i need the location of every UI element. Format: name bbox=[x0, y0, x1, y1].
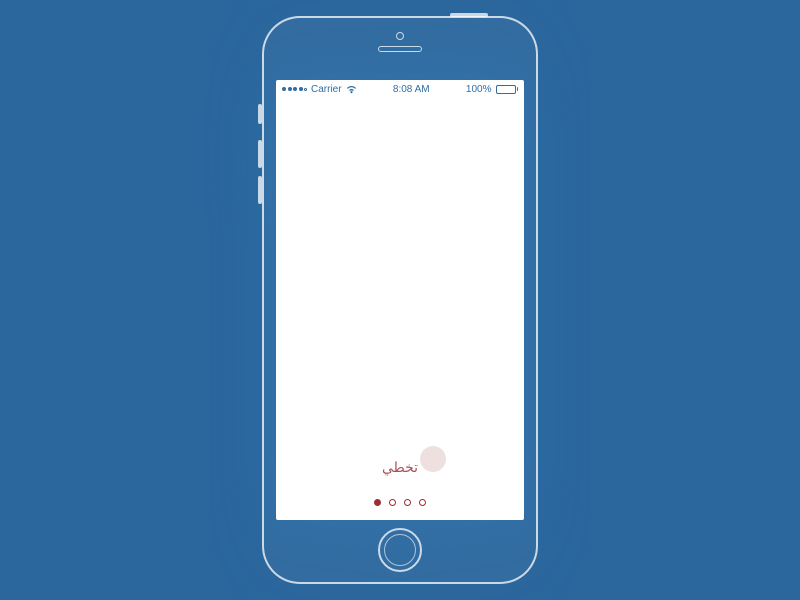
earpiece-speaker bbox=[378, 46, 422, 52]
onboarding-content[interactable]: تخطي bbox=[276, 98, 524, 520]
status-left: Carrier bbox=[282, 84, 357, 95]
page-dot-3[interactable] bbox=[404, 499, 411, 506]
skip-button[interactable]: تخطي bbox=[382, 459, 418, 476]
page-dot-2[interactable] bbox=[389, 499, 396, 506]
status-time: 8:08 AM bbox=[393, 84, 430, 95]
status-bar: Carrier 8:08 AM 100% bbox=[276, 80, 524, 98]
carrier-label: Carrier bbox=[311, 84, 342, 95]
front-camera bbox=[396, 32, 404, 40]
app-screen: Carrier 8:08 AM 100% تخطي bbox=[276, 80, 524, 520]
home-button[interactable] bbox=[378, 528, 422, 572]
signal-strength-icon bbox=[282, 87, 307, 91]
phone-body: Carrier 8:08 AM 100% تخطي bbox=[262, 16, 538, 584]
page-dot-4[interactable] bbox=[419, 499, 426, 506]
wifi-icon bbox=[346, 85, 357, 94]
phone-mockup-frame: Carrier 8:08 AM 100% تخطي bbox=[262, 16, 538, 584]
page-indicator[interactable] bbox=[276, 499, 524, 506]
status-right: 100% bbox=[466, 84, 518, 95]
battery-icon bbox=[496, 85, 519, 94]
battery-percent: 100% bbox=[466, 84, 492, 95]
page-dot-1[interactable] bbox=[374, 499, 381, 506]
